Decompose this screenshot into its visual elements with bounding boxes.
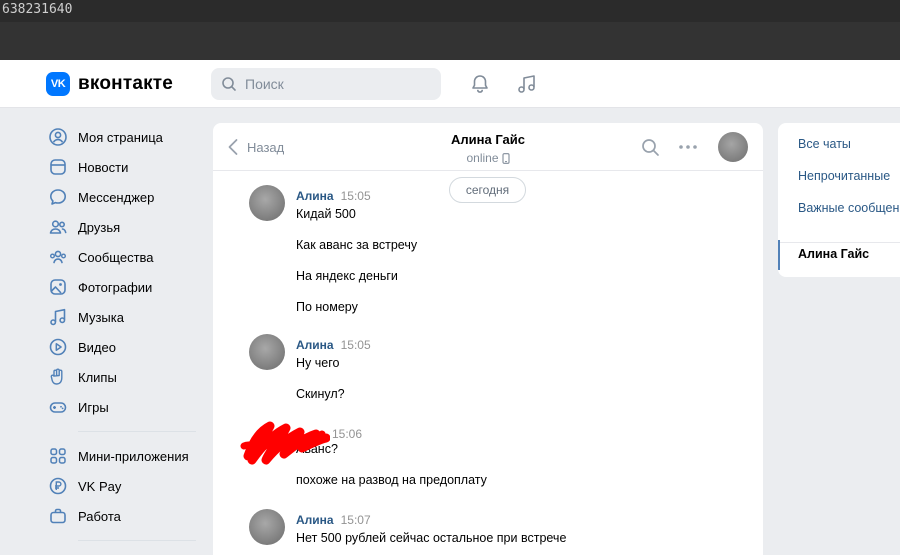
site-header: VK вконтакте Поиск [0,60,900,108]
browser-dark-bar [0,22,900,60]
active-chat-label: Алина Гайс [798,247,870,261]
sidebar-item-label: Игры [78,399,109,415]
avatar[interactable] [249,334,285,370]
sidebar-item-news[interactable]: Новости [46,152,206,182]
message-time: 15:07 [340,513,371,527]
sidebar-item-label: Мини-приложения [78,448,189,464]
sidebar-item-label: Моя страница [78,129,163,145]
message-author[interactable]: Алина [296,338,334,352]
music-icon[interactable] [516,73,538,95]
chat-search-icon[interactable] [641,138,660,157]
sidebar-item-label: Музыка [78,309,124,325]
redaction-scribble [240,421,330,465]
sidebar-item-label: Друзья [78,219,121,235]
sidebar-item-friends[interactable]: Друзья [46,212,206,242]
sidebar-item-photos[interactable]: Фотографии [46,272,206,302]
sidebar-item-label: Работа [78,508,121,524]
message-time: 15:05 [340,189,371,203]
message-author[interactable]: Алина [296,189,334,203]
window-top-strip: 638231640 [0,0,900,22]
vk-logo-mark: VK [46,72,70,96]
message-time: 15:05 [340,338,371,352]
sidebar-item-mini-apps[interactable]: Мини-приложения [46,441,206,471]
chat-peer-avatar[interactable] [718,132,748,162]
bell-icon[interactable] [469,73,491,95]
search-placeholder: Поиск [245,76,284,92]
filter-unread[interactable]: Непрочитанные [798,169,890,183]
sidebar-item-my-page[interactable]: Моя страница [46,122,206,152]
active-indicator [778,240,780,270]
chat-header: Назад Алина Гайс online [213,123,763,171]
photos-icon [50,279,66,295]
avatar[interactable] [249,509,285,545]
video-icon [49,338,67,356]
message-meta: Алина 15:07 [296,511,371,529]
date-separator: сегодня [449,177,526,203]
clips-icon [50,368,63,385]
chat-filter-panel: Все чаты Непрочитанные Важные сообщения … [778,123,900,277]
music-icon [50,308,66,326]
avatar[interactable] [249,185,285,221]
message-meta: Алина 15:05 [296,187,371,205]
search-icon [222,77,236,91]
message-text: Ну чего [296,356,340,370]
sidebar-divider [78,540,196,541]
message-meta: 15:06 [332,425,362,443]
sidebar-item-communities[interactable]: Сообщества [46,242,206,272]
work-icon [50,508,66,524]
profile-icon [49,128,67,146]
message-meta: Алина 15:05 [296,336,371,354]
communities-icon [50,250,66,264]
filter-important[interactable]: Важные сообщения [798,201,900,215]
sidebar-item-label: Новости [78,159,129,175]
message-author[interactable]: Алина [296,513,334,527]
window-code-text: 638231640 [2,2,73,17]
sidebar-item-label: VK Pay [78,478,122,494]
news-icon [50,159,66,175]
friends-icon [49,220,67,234]
vk-logo[interactable]: VK вконтакте [46,72,173,96]
vk-logo-text: вконтакте [78,73,174,94]
sidebar-item-work[interactable]: Работа [46,501,206,531]
sidebar-item-label: Фотографии [78,279,153,295]
chat-panel: Назад Алина Гайс online сегодня Алина 15:… [213,123,763,555]
sidebar-item-label: Видео [78,339,116,355]
mobile-icon [501,153,510,164]
mini-apps-icon [50,448,66,464]
messenger-icon [50,189,66,205]
sidebar-item-label: Клипы [78,369,117,385]
sidebar-divider [78,431,196,432]
sidebar-item-label: Мессенджер [78,189,155,205]
left-navigation: Моя страница Новости Мессенджер Друзья С… [46,122,206,550]
games-icon [49,402,67,413]
message-text: Скинул? [296,387,345,401]
message-text: По номеру [296,300,358,314]
filter-all-chats[interactable]: Все чаты [798,137,851,151]
active-chat-item[interactable]: Алина Гайс [778,240,900,270]
vkpay-icon [49,477,67,495]
sidebar-item-messenger[interactable]: Мессенджер [46,182,206,212]
message-text: Как аванс за встречу [296,238,418,252]
message-text: Кидай 500 [296,207,356,221]
sidebar-item-vkpay[interactable]: VK Pay [46,471,206,501]
message-time: 15:06 [332,427,363,441]
sidebar-item-clips[interactable]: Клипы [46,362,206,392]
sidebar-item-games[interactable]: Игры [46,392,206,422]
sidebar-item-video[interactable]: Видео [46,332,206,362]
chat-peer-status-text: online [466,151,499,165]
more-icon[interactable] [678,138,698,156]
message-text: Нет 500 рублей сейчас остальное при встр… [296,531,567,545]
sidebar-item-music[interactable]: Музыка [46,302,206,332]
search-input[interactable]: Поиск [211,68,441,100]
message-text: похоже на развод на предоплату [296,473,487,487]
message-text: На яндекс деньги [296,269,398,283]
sidebar-item-label: Сообщества [78,249,154,265]
